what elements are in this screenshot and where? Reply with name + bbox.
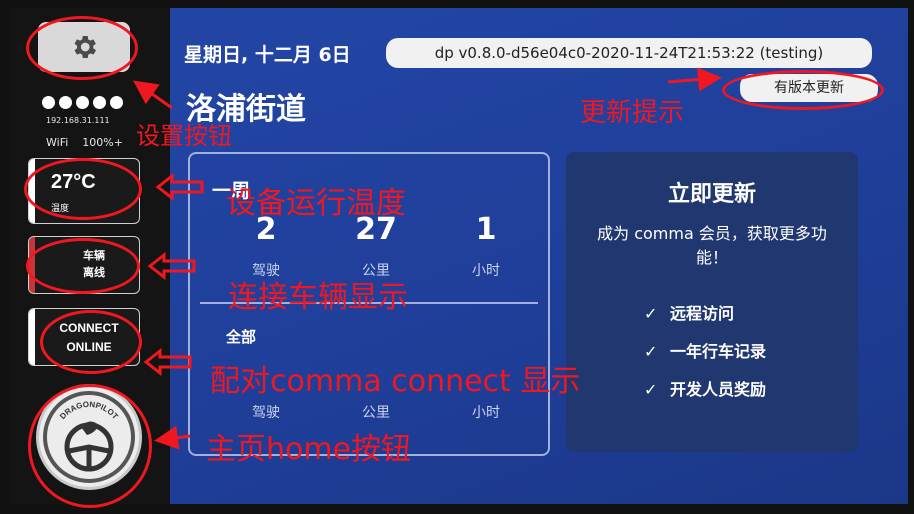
- benefit-label: 远程访问: [670, 304, 735, 323]
- network-type: WiFi: [46, 136, 69, 149]
- network-status: WiFi 100%+: [46, 136, 123, 149]
- update-annotation-label: 更新提示: [580, 98, 685, 128]
- home-annotation-label: 主页home按钮: [206, 432, 412, 467]
- version-string: dp v0.8.0-d56e04c0-2020-11-24T21:53:22 (…: [386, 38, 872, 68]
- upgrade-title: 立即更新: [667, 182, 756, 207]
- update-annotation-ring: [722, 70, 884, 110]
- temperature-annotation-label: 设备运行温度: [226, 186, 406, 221]
- ip-address: 192.168.31.111: [46, 116, 110, 125]
- benefit-label: 一年行车记录: [670, 342, 767, 361]
- all-drives-unit: 驾驶: [252, 405, 280, 421]
- connect-status-bar: [29, 309, 35, 365]
- connect-annotation-ring: [40, 310, 142, 374]
- date-display: 星期日, 十二月 6日: [184, 44, 351, 66]
- vehicle-annotation-ring: [26, 238, 140, 294]
- network-signal-indicator: [42, 96, 123, 109]
- vehicle-annotation-label: 连接车辆显示: [228, 280, 408, 315]
- benefit-item: ✓ 一年行车记录: [644, 338, 766, 362]
- benefit-item: ✓ 开发人员奖励: [644, 376, 766, 400]
- connect-annotation-label: 配对comma connect 显示: [210, 364, 581, 399]
- week-hours-unit: 小时: [472, 263, 500, 279]
- check-icon: ✓: [644, 380, 658, 399]
- all-distance-unit: 公里: [362, 405, 390, 421]
- home-annotation-ring: [28, 384, 152, 508]
- all-hours-unit: 小时: [472, 405, 500, 421]
- week-hours-value: 1: [475, 212, 497, 247]
- settings-annotation-label: 设置按钮: [136, 122, 232, 150]
- check-icon: ✓: [644, 342, 658, 361]
- upgrade-description: 成为 comma 会员，获取更多功能！: [597, 224, 827, 267]
- settings-annotation-ring: [26, 16, 138, 80]
- check-icon: ✓: [644, 304, 658, 323]
- network-strength: 100%+: [82, 136, 123, 149]
- upgrade-panel[interactable]: 立即更新 成为 comma 会员，获取更多功能！ ✓ 远程访问 ✓ 一年行车记录 ✓…: [566, 152, 858, 452]
- benefit-label: 开发人员奖励: [670, 380, 767, 399]
- benefit-item: ✓ 远程访问: [644, 300, 734, 324]
- temperature-annotation-ring: [24, 158, 142, 220]
- all-stats-title: 全部: [226, 328, 257, 346]
